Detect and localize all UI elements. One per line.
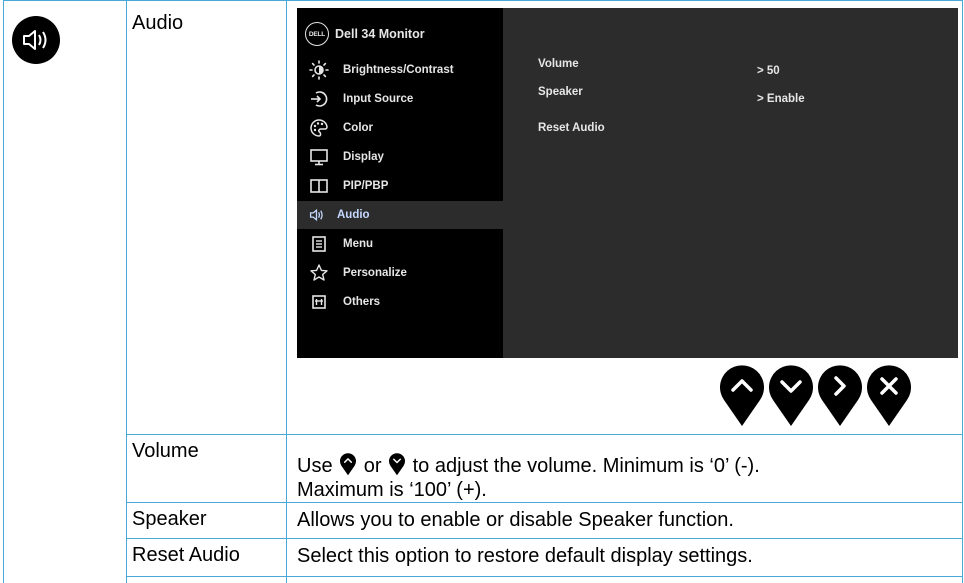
osd-menu-item-pip-pbp[interactable]: PIP/PBP [297, 172, 503, 200]
osd-menu-item-personalize[interactable]: Personalize [297, 259, 503, 287]
down-arrow-icon [389, 453, 406, 476]
star-icon [309, 263, 329, 283]
osd-menu-label: Audio [337, 209, 370, 221]
osd-menu-label: Display [343, 151, 384, 163]
pip-icon [309, 176, 329, 196]
table-border [126, 434, 963, 435]
row-desc-speaker: Allows you to enable or disable Speaker … [297, 509, 734, 531]
table-border [126, 538, 963, 539]
row-desc-volume-line2: Maximum is ‘100’ (+). [297, 479, 487, 501]
right-arrow-icon[interactable] [816, 362, 864, 428]
osd-menu-item-input-source[interactable]: Input Source [297, 85, 503, 113]
desc-text: or [363, 455, 382, 477]
osd-menu-label: Color [343, 122, 374, 134]
osd-menu-item-menu[interactable]: Menu [297, 230, 503, 258]
desc-text: to adjust the volume. Minimum is ‘0’ (-)… [412, 455, 760, 477]
osd-menu-label: Others [343, 296, 381, 308]
desc-text: Use [297, 455, 333, 477]
speaker-icon [309, 205, 325, 225]
dell-logo: DELL [305, 22, 329, 46]
table-border [3, 0, 963, 1]
close-icon[interactable] [865, 362, 913, 428]
section-title: Audio [132, 12, 184, 34]
osd-menu-item-color[interactable]: Color [297, 114, 503, 142]
osd-menu-panel: DELL Dell 34 Monitor Brightness/Contrast… [297, 8, 503, 358]
row-label-reset-audio: Reset Audio [132, 544, 240, 566]
input-source-icon [309, 89, 329, 109]
osd-option-reset-audio-label[interactable]: Reset Audio [538, 122, 605, 134]
speaker-icon [12, 16, 60, 64]
table-border [126, 502, 963, 503]
row-desc-reset-audio: Select this option to restore default di… [297, 545, 753, 567]
table-border [126, 0, 127, 583]
menu-icon [309, 234, 329, 254]
brightness-icon [309, 60, 329, 80]
down-arrow-icon[interactable] [767, 362, 815, 428]
osd-option-speaker-label[interactable]: Speaker [538, 86, 583, 98]
table-border [126, 576, 963, 577]
osd-menu-label: PIP/PBP [343, 180, 389, 192]
osd-menu-item-others[interactable]: Others [297, 288, 503, 316]
row-label-speaker: Speaker [132, 508, 207, 530]
osd-menu-label: Brightness/Contrast [343, 64, 454, 76]
audio-section-table: Audio DELL Dell 34 Monitor Brightness/Co… [0, 0, 964, 583]
osd-menu-label: Input Source [343, 93, 414, 105]
color-palette-icon [309, 118, 329, 138]
row-desc-volume: Use or to adjust the volume. Minimum is … [297, 452, 957, 479]
osd-menu-item-display[interactable]: Display [297, 143, 503, 171]
osd-brand: DELL Dell 34 Monitor [305, 22, 425, 46]
osd-screen: DELL Dell 34 Monitor Brightness/Contrast… [297, 8, 958, 358]
table-border [962, 0, 963, 583]
osd-menu-label: Personalize [343, 267, 407, 279]
osd-option-volume-value: > 50 [757, 65, 780, 77]
osd-brand-text: Dell 34 Monitor [335, 27, 425, 41]
table-border [286, 0, 287, 583]
others-icon [309, 292, 329, 312]
row-label-volume: Volume [132, 440, 199, 462]
osd-menu-item-brightness[interactable]: Brightness/Contrast [297, 56, 503, 84]
table-border [3, 0, 4, 583]
up-arrow-icon[interactable] [718, 362, 766, 428]
osd-menu-item-audio[interactable]: Audio [297, 201, 503, 229]
osd-option-speaker-value: > Enable [757, 93, 805, 105]
display-icon [309, 147, 329, 167]
osd-menu-label: Menu [343, 238, 374, 250]
osd-option-volume-label[interactable]: Volume [538, 58, 579, 70]
up-arrow-icon [340, 453, 357, 476]
